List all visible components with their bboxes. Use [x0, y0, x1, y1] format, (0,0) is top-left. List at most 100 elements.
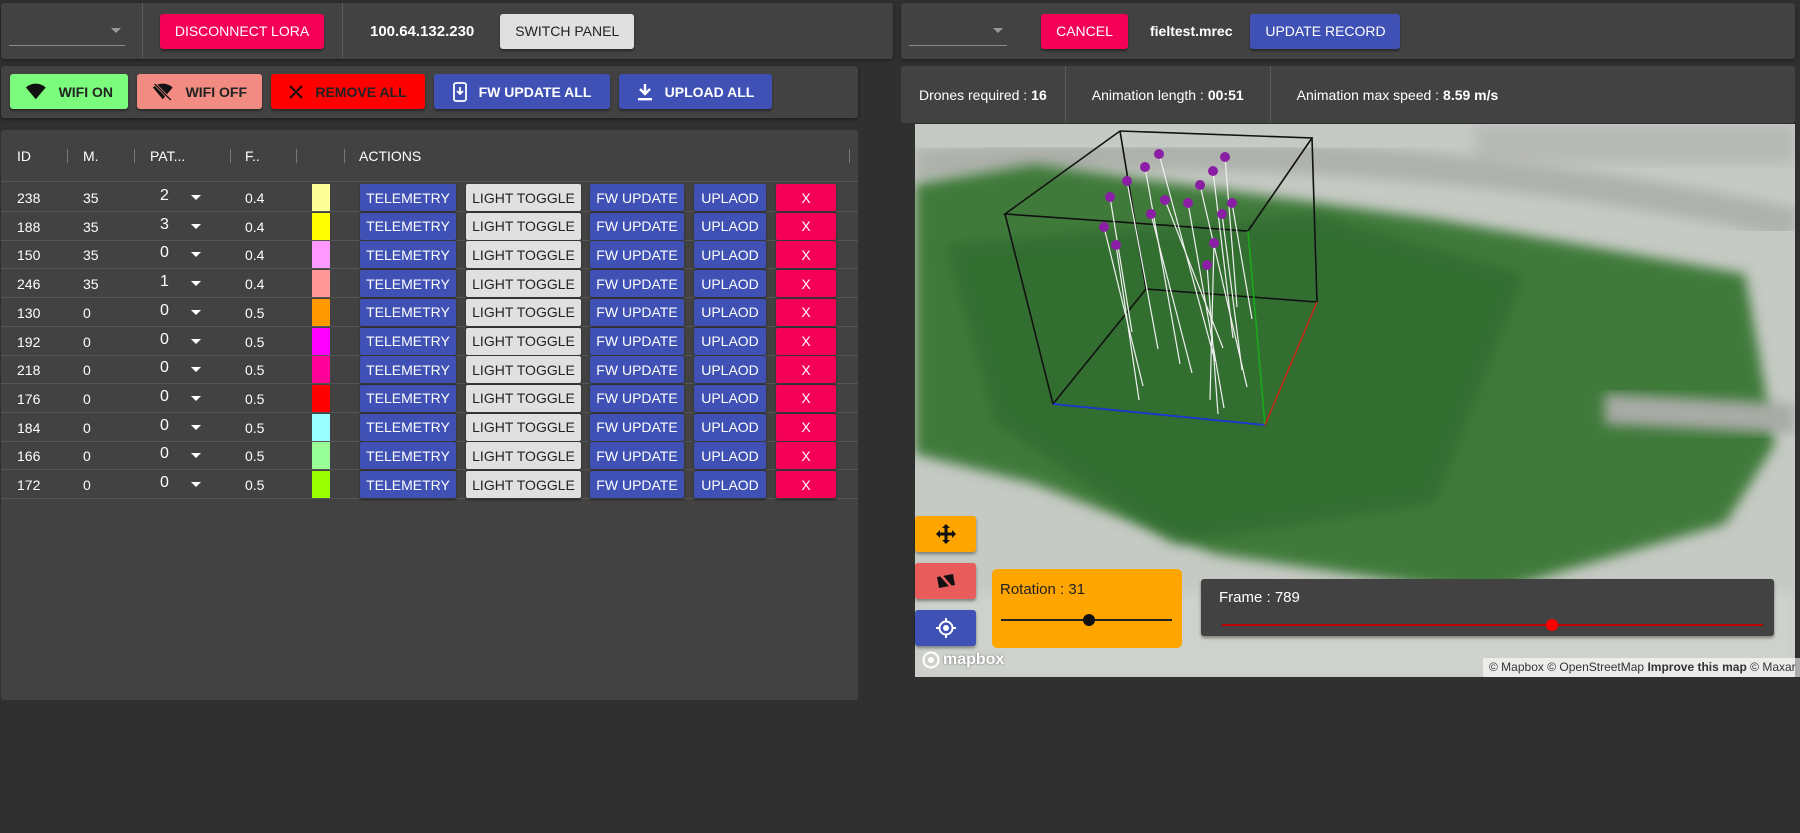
light-toggle-button[interactable]: LIGHT TOGGLE	[466, 212, 581, 240]
attrib-mapbox-link[interactable]: © Mapbox	[1489, 660, 1544, 674]
recenter-button[interactable]	[915, 610, 976, 646]
drone-marker[interactable]	[1099, 222, 1109, 232]
drone-marker[interactable]	[1183, 198, 1193, 208]
port-select[interactable]	[9, 16, 125, 46]
upload-button[interactable]: UPLAOD	[694, 413, 766, 441]
fw-update-button[interactable]: FW UPDATE	[590, 384, 684, 412]
drone-marker[interactable]	[1208, 166, 1218, 176]
telemetry-button[interactable]: TELEMETRY	[360, 327, 456, 355]
drone-marker[interactable]	[1195, 180, 1205, 190]
light-toggle-button[interactable]: LIGHT TOGGLE	[466, 298, 581, 326]
upload-button[interactable]: UPLAOD	[694, 356, 766, 384]
drone-marker[interactable]	[1227, 198, 1237, 208]
drone-marker[interactable]	[1154, 149, 1164, 159]
light-toggle-button[interactable]: LIGHT TOGGLE	[466, 384, 581, 412]
telemetry-button[interactable]: TELEMETRY	[360, 442, 456, 470]
drone-marker[interactable]	[1209, 238, 1219, 248]
upload-button[interactable]: UPLAOD	[694, 298, 766, 326]
pattern-select[interactable]: 0	[160, 417, 169, 435]
light-toggle-button[interactable]: LIGHT TOGGLE	[466, 270, 581, 298]
light-toggle-button[interactable]: LIGHT TOGGLE	[466, 413, 581, 441]
drone-marker[interactable]	[1220, 152, 1230, 162]
light-toggle-button[interactable]: LIGHT TOGGLE	[466, 327, 581, 355]
upload-all-button[interactable]: UPLOAD ALL	[619, 74, 772, 109]
frame-slider-thumb[interactable]	[1546, 619, 1558, 631]
upload-button[interactable]: UPLAOD	[694, 212, 766, 240]
remove-button[interactable]: X	[776, 471, 836, 498]
pattern-select[interactable]: 0	[160, 445, 169, 463]
telemetry-button[interactable]: TELEMETRY	[360, 413, 456, 441]
telemetry-button[interactable]: TELEMETRY	[360, 298, 456, 326]
switch-panel-button[interactable]: SWITCH PANEL	[500, 13, 635, 49]
telemetry-button[interactable]: TELEMETRY	[360, 270, 456, 298]
record-select[interactable]	[909, 16, 1007, 46]
upload-button[interactable]: UPLAOD	[694, 327, 766, 355]
fw-update-button[interactable]: FW UPDATE	[590, 270, 684, 298]
frame-slider-track[interactable]	[1222, 624, 1763, 626]
fw-update-button[interactable]: FW UPDATE	[590, 298, 684, 326]
hide-button[interactable]	[915, 563, 976, 599]
upload-button[interactable]: UPLAOD	[694, 471, 766, 498]
remove-button[interactable]: X	[776, 298, 836, 326]
fw-update-button[interactable]: FW UPDATE	[590, 212, 684, 240]
remove-button[interactable]: X	[776, 413, 836, 441]
pattern-select[interactable]: 0	[160, 359, 169, 377]
remove-button[interactable]: X	[776, 384, 836, 412]
fw-update-button[interactable]: FW UPDATE	[590, 241, 684, 269]
drone-marker[interactable]	[1105, 192, 1115, 202]
telemetry-button[interactable]: TELEMETRY	[360, 356, 456, 384]
remove-button[interactable]: X	[776, 356, 836, 384]
pattern-select[interactable]: 0	[160, 244, 169, 262]
attrib-osm-link[interactable]: © OpenStreetMap	[1547, 660, 1644, 674]
light-toggle-button[interactable]: LIGHT TOGGLE	[466, 184, 581, 211]
rotation-slider-thumb[interactable]	[1083, 614, 1096, 626]
col-pattern[interactable]: PAT...	[150, 148, 185, 164]
attrib-maxar-link[interactable]: © Maxar	[1750, 660, 1796, 674]
upload-button[interactable]: UPLAOD	[694, 184, 766, 211]
pattern-select[interactable]: 3	[160, 216, 169, 234]
telemetry-button[interactable]: TELEMETRY	[360, 384, 456, 412]
remove-button[interactable]: X	[776, 442, 836, 470]
remove-button[interactable]: X	[776, 212, 836, 240]
remove-all-button[interactable]: REMOVE ALL	[271, 74, 425, 109]
drone-marker[interactable]	[1111, 240, 1121, 250]
remove-button[interactable]: X	[776, 184, 836, 211]
remove-button[interactable]: X	[776, 327, 836, 355]
light-toggle-button[interactable]: LIGHT TOGGLE	[466, 442, 581, 470]
pattern-select[interactable]: 0	[160, 331, 169, 349]
fw-update-button[interactable]: FW UPDATE	[590, 327, 684, 355]
wifi-on-button[interactable]: WIFI ON	[10, 74, 128, 109]
upload-button[interactable]: UPLAOD	[694, 442, 766, 470]
light-toggle-button[interactable]: LIGHT TOGGLE	[466, 241, 581, 269]
drone-marker[interactable]	[1217, 209, 1227, 219]
drone-marker[interactable]	[1146, 209, 1156, 219]
pattern-select[interactable]: 1	[160, 273, 169, 291]
pan-button[interactable]	[915, 516, 976, 552]
col-f[interactable]: F..	[245, 148, 260, 164]
telemetry-button[interactable]: TELEMETRY	[360, 184, 456, 211]
upload-button[interactable]: UPLAOD	[694, 241, 766, 269]
telemetry-button[interactable]: TELEMETRY	[360, 471, 456, 498]
pattern-select[interactable]: 0	[160, 388, 169, 406]
fw-update-button[interactable]: FW UPDATE	[590, 442, 684, 470]
wifi-off-button[interactable]: WIFI OFF	[137, 74, 262, 109]
col-m[interactable]: M.	[83, 148, 99, 164]
mapbox-logo[interactable]: mapbox	[922, 651, 1004, 669]
drone-marker[interactable]	[1140, 162, 1150, 172]
upload-button[interactable]: UPLAOD	[694, 270, 766, 298]
fw-update-all-button[interactable]: FW UPDATE ALL	[434, 74, 610, 109]
drone-marker[interactable]	[1160, 195, 1170, 205]
telemetry-button[interactable]: TELEMETRY	[360, 212, 456, 240]
fw-update-button[interactable]: FW UPDATE	[590, 471, 684, 498]
remove-button[interactable]: X	[776, 241, 836, 269]
improve-map-link[interactable]: Improve this map	[1647, 660, 1746, 674]
drone-marker[interactable]	[1122, 176, 1132, 186]
upload-button[interactable]: UPLAOD	[694, 384, 766, 412]
light-toggle-button[interactable]: LIGHT TOGGLE	[466, 471, 581, 498]
cancel-button[interactable]: CANCEL	[1041, 13, 1128, 49]
light-toggle-button[interactable]: LIGHT TOGGLE	[466, 356, 581, 384]
pattern-select[interactable]: 0	[160, 474, 169, 492]
remove-button[interactable]: X	[776, 270, 836, 298]
drone-marker[interactable]	[1202, 260, 1212, 270]
col-id[interactable]: ID	[17, 148, 31, 164]
